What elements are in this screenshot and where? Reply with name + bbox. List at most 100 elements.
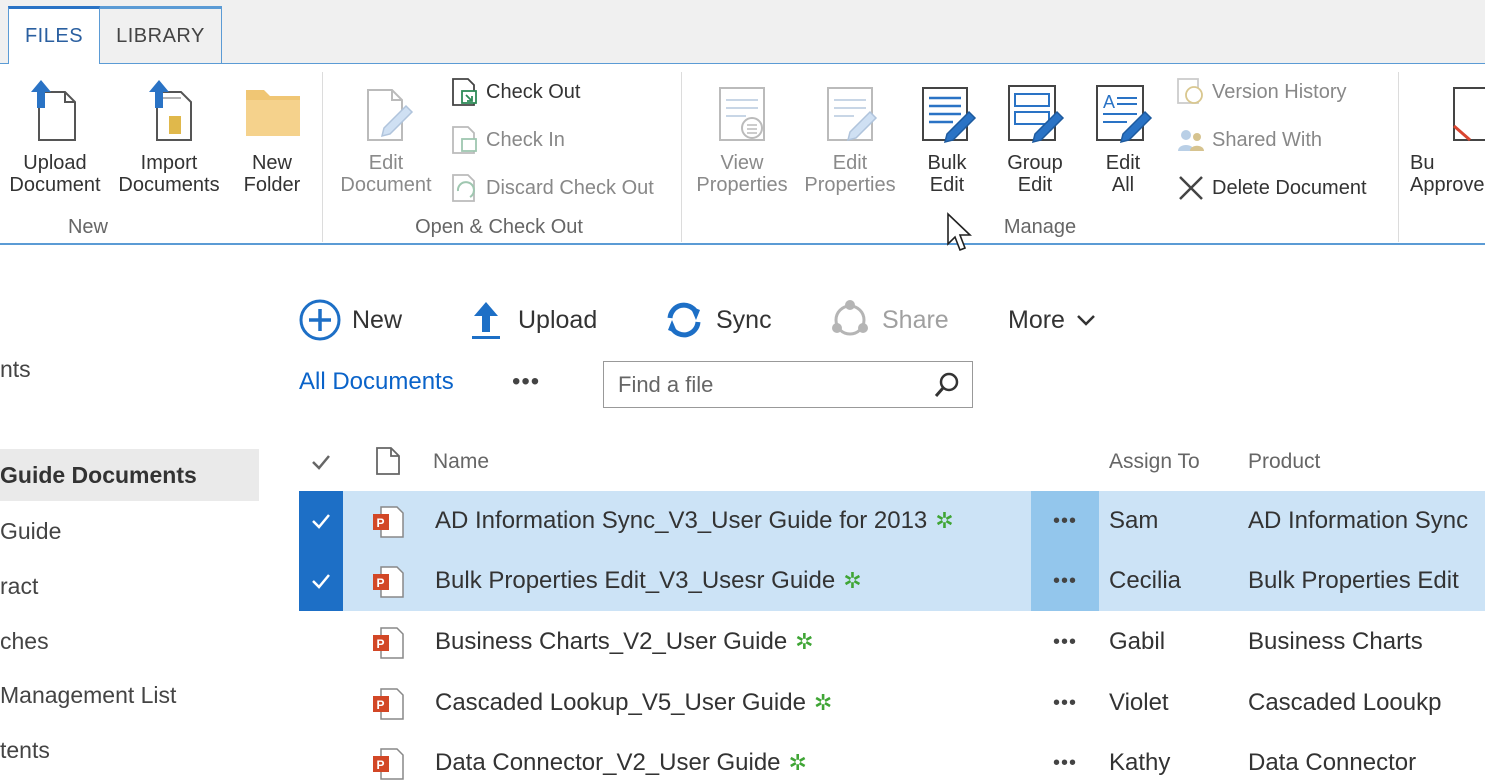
document-name: Cascaded Lookup_V5_User Guide [435, 689, 806, 716]
document-name-link[interactable]: Business Charts_V2_User Guide ✲ [435, 628, 814, 656]
edit-properties-button[interactable]: Edit Properties [800, 78, 900, 196]
upload-document-button[interactable]: Upload Document [4, 78, 106, 196]
group-edit-icon [1008, 85, 1065, 144]
row-ellipsis-button[interactable]: ••• [1031, 612, 1099, 672]
document-name-link[interactable]: Data Connector_V2_User Guide ✲ [435, 749, 807, 777]
nav-item-guide-documents[interactable]: Guide Documents [0, 449, 259, 501]
delete-document-button[interactable]: Delete Document [1176, 172, 1367, 204]
document-name-link[interactable]: Cascaded Lookup_V5_User Guide ✲ [435, 689, 832, 717]
column-header-assign-to[interactable]: Assign To [1109, 450, 1200, 474]
import-documents-icon [149, 80, 192, 141]
powerpoint-file-icon: P [373, 688, 404, 720]
upload-icon [472, 302, 500, 339]
nav-item-management-list[interactable]: Management List [0, 669, 176, 721]
document-name-link[interactable]: Bulk Properties Edit_V3_Usesr Guide ✲ [435, 567, 862, 595]
nav-item[interactable]: tents [0, 724, 50, 776]
powerpoint-file-icon: P [373, 627, 404, 659]
new-button[interactable]: New [298, 296, 402, 344]
document-name-link[interactable]: AD Information Sync_V3_User Guide for 20… [435, 507, 954, 535]
nav-item-label: tents [0, 736, 50, 763]
row-select-checkbox[interactable] [299, 612, 343, 672]
bulk-approve-button[interactable]: Bu Approve [1410, 78, 1485, 196]
check-in-button[interactable]: Check In [450, 124, 565, 156]
import-documents-button[interactable]: Import Documents [114, 78, 224, 196]
edit-all-label: Edit All [1105, 152, 1141, 196]
table-row[interactable]: P Business Charts_V2_User Guide ✲ ••• Gab… [299, 612, 1485, 672]
table-row[interactable]: P Data Connector_V2_User Guide ✲ ••• Kath… [299, 733, 1485, 783]
row-ellipsis-button[interactable]: ••• [1031, 733, 1099, 783]
nav-item[interactable]: ract [0, 560, 38, 612]
file-type-icon[interactable] [375, 446, 401, 476]
table-row[interactable]: P Bulk Properties Edit_V3_Usesr Guide ✲ •… [299, 551, 1485, 611]
product-cell: Cascaded Looukp [1248, 689, 1442, 716]
new-folder-button[interactable]: New Folder [236, 78, 308, 196]
nav-item[interactable]: nts [0, 343, 31, 395]
view-properties-button[interactable]: View Properties [690, 78, 794, 196]
upload-button[interactable]: Upload [464, 296, 597, 344]
all-documents-view-link[interactable]: All Documents [299, 368, 454, 396]
discard-check-out-icon [452, 174, 475, 202]
column-header-product[interactable]: Product [1248, 450, 1320, 474]
ribbon: Upload Document Import Documents New Fol… [0, 64, 1485, 245]
view-options-ellipsis[interactable]: ••• [512, 368, 540, 396]
view-properties-label: View Properties [696, 152, 788, 196]
column-header-name[interactable]: Name [433, 450, 489, 474]
share-button[interactable]: Share [828, 296, 949, 344]
tab-library[interactable]: LIBRARY [100, 6, 222, 64]
row-select-checkbox[interactable] [299, 551, 343, 611]
table-row[interactable]: P Cascaded Lookup_V5_User Guide ✲ ••• Vio… [299, 673, 1485, 733]
bulk-edit-icon [922, 87, 977, 144]
product-cell: Business Charts [1248, 628, 1423, 655]
nav-item[interactable]: Guide [0, 505, 61, 557]
product-cell: AD Information Sync [1248, 507, 1469, 534]
powerpoint-file-icon: P [373, 748, 404, 780]
group-edit-button[interactable]: Group Edit [998, 78, 1072, 196]
edit-document-label: Edit Document [340, 152, 432, 196]
search-input[interactable] [604, 362, 924, 407]
group-label-manage: Manage [1003, 216, 1077, 238]
row-ellipsis-button[interactable]: ••• [1031, 551, 1099, 611]
select-all-checkmark-icon[interactable] [309, 450, 333, 474]
edit-document-button[interactable]: Edit Document [334, 78, 438, 196]
nav-item-label: ract [0, 572, 39, 599]
people-icon [1178, 130, 1204, 151]
row-ellipsis-button[interactable]: ••• [1031, 491, 1099, 551]
edit-all-icon: A [1096, 85, 1153, 144]
group-label-new: New [67, 216, 108, 238]
row-select-checkbox[interactable] [299, 673, 343, 733]
bulk-approve-icon [1453, 87, 1485, 142]
nav-item[interactable]: ches [0, 615, 49, 667]
upload-button-label: Upload [518, 305, 598, 334]
search-icon[interactable] [932, 370, 962, 400]
version-history-button[interactable]: Version History [1176, 76, 1347, 108]
check-out-button[interactable]: Check Out [450, 76, 580, 108]
check-out-label: Check Out [486, 80, 581, 103]
product-cell: Bulk Properties Edit [1248, 567, 1459, 594]
document-name: Business Charts_V2_User Guide [435, 628, 788, 655]
table-row[interactable]: P AD Information Sync_V3_User Guide for … [299, 491, 1485, 551]
table-header: Name Assign To Product [299, 438, 1485, 488]
tab-files[interactable]: FILES [8, 6, 100, 65]
assign-to-cell: Gabil [1109, 628, 1166, 655]
document-name: AD Information Sync_V3_User Guide for 20… [435, 507, 928, 534]
new-button-label: New [352, 305, 403, 334]
bulk-edit-button[interactable]: Bulk Edit [912, 78, 982, 196]
nav-item-label: ches [0, 627, 49, 654]
import-documents-label: Import Documents [118, 152, 220, 196]
row-select-checkbox[interactable] [299, 733, 343, 783]
sync-button-label: Sync [716, 305, 772, 334]
discard-check-out-button[interactable]: Discard Check Out [450, 172, 654, 204]
edit-all-button[interactable]: A Edit All [1090, 78, 1156, 196]
edit-document-icon [367, 89, 414, 141]
upload-document-label: Upload Document [9, 152, 101, 196]
assign-to-cell: Sam [1109, 507, 1159, 534]
row-select-checkbox[interactable] [299, 491, 343, 551]
svg-text:P: P [377, 576, 385, 590]
more-button[interactable]: More [1008, 296, 1097, 344]
svg-text:P: P [377, 516, 385, 530]
svg-text:P: P [377, 637, 385, 651]
powerpoint-file-icon: P [373, 506, 404, 538]
sync-button[interactable]: Sync [662, 296, 772, 344]
row-ellipsis-button[interactable]: ••• [1031, 673, 1099, 733]
shared-with-button[interactable]: Shared With [1176, 124, 1322, 156]
